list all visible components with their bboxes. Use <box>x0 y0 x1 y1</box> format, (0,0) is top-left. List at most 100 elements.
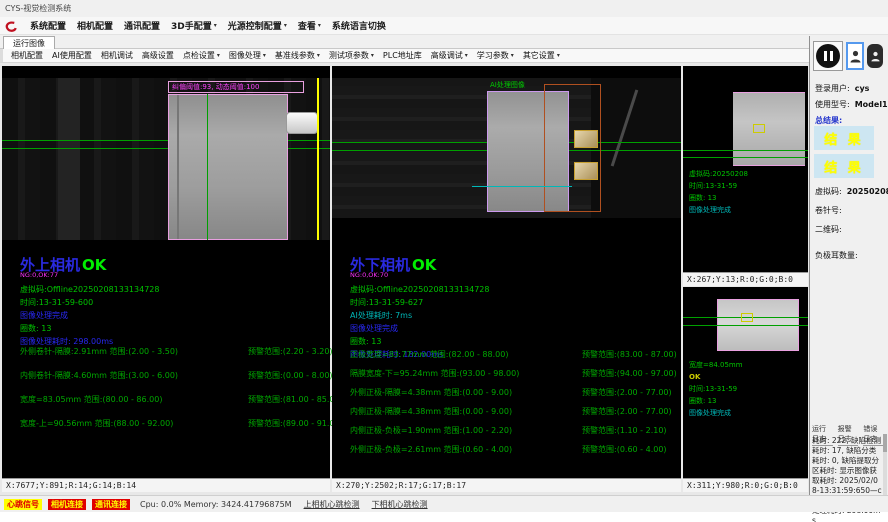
app-window: CYS-视觉检测系统 系统配置 相机配置 通讯配置 3D手配置▾ 光源控制配置▾… <box>0 0 888 522</box>
model-value: Model1 <box>855 100 888 109</box>
result-indicator-1: 结 果 <box>814 126 874 150</box>
comm-connection-badge: 通讯连接 <box>92 499 130 510</box>
camera-view-outer-lower: AI处理图像 外下相机OK NG:0,OK:70 虚拟码:Offline2025… <box>332 66 681 492</box>
log-scrollbar[interactable] <box>883 434 887 498</box>
toolbar-image-processing[interactable]: 图像处理▾ <box>229 50 266 61</box>
login-user-value: cys <box>855 84 870 93</box>
chevron-down-icon: ▾ <box>511 52 514 59</box>
time-line: 时间:13-31-59 <box>689 383 743 395</box>
chevron-down-icon: ▾ <box>371 52 374 59</box>
toolbar-spotcheck-settings[interactable]: 点检设置▾ <box>183 50 220 61</box>
time-line: 时间:13-31-59 <box>689 180 748 192</box>
ai-elapsed-line: AI处理耗时: 7ms <box>350 309 489 322</box>
measurement-rows: 外侧卷针-隔膜:2.91mm 范围:(2.00 - 3.50)预警范围:(2.2… <box>20 346 343 429</box>
measurement-row: 内侧正极-隔膜=4.38mm 范围:(0.00 - 9.00)预警范围:(2.0… <box>350 406 677 417</box>
pixel-coords-readout: X:267;Y:13;R:0;G:0;B:0 <box>683 272 808 286</box>
camera-result-title: 外下相机OK <box>350 258 489 272</box>
status-ok: OK <box>689 371 743 383</box>
user-icon <box>871 51 880 62</box>
menu-item-3d-config[interactable]: 3D手配置▾ <box>171 19 217 32</box>
pause-button[interactable] <box>813 41 843 71</box>
needle-number-field: 卷针号: <box>815 205 842 216</box>
menu-item-camera-config[interactable]: 相机配置 <box>77 19 113 32</box>
cpu-memory-readout: Cpu: 0.0% Memory: 3424.41796875M <box>140 500 292 509</box>
window-titlebar: CYS-视觉检测系统 <box>0 0 888 17</box>
menu-item-comm-config[interactable]: 通讯配置 <box>124 19 160 32</box>
toolbar-baseline-params[interactable]: 基准线参数▾ <box>275 50 320 61</box>
time-line: 时间:13-31-59-600 <box>20 296 159 309</box>
threshold-overlay-label: 纠偏阈值:93, 动态阈值:100 <box>168 81 304 93</box>
qr-code-field: 二维码: <box>815 224 842 235</box>
virtual-code-value: 20250208 <box>847 187 888 196</box>
status-ok: OK <box>412 256 436 274</box>
chevron-down-icon: ▾ <box>557 52 560 59</box>
toolbar-camera-config[interactable]: 相机配置 <box>11 50 43 61</box>
virtual-code-line: 虚拟码:20250208 <box>689 168 748 180</box>
toolbar-camera-debug[interactable]: 相机调试 <box>101 50 133 61</box>
total-result-label: 总结果: <box>815 115 842 126</box>
measurement-row: 外侧正极-隔膜=4.38mm 范围:(0.00 - 9.00)预警范围:(2.0… <box>350 387 677 398</box>
roller-object <box>286 112 318 134</box>
toolbar-other-settings[interactable]: 其它设置▾ <box>523 50 560 61</box>
toolbar: 相机配置 AI使用配置 相机调试 高级设置 点检设置▾ 图像处理▾ 基准线参数▾… <box>0 49 888 63</box>
user-icon <box>850 50 861 63</box>
menu-item-light-config[interactable]: 光源控制配置▾ <box>228 19 287 32</box>
right-sidebar: 登录用户:cys 使用型号:Model1 总结果: 结 果 结 果 虚拟码:20… <box>809 36 888 512</box>
toolbar-learning-params[interactable]: 学习参数▾ <box>477 50 514 61</box>
sidebar-buttons <box>813 41 888 71</box>
measurement-row: 内侧正极-负极=1.90mm 范围:(1.00 - 2.20)预警范围:(1.1… <box>350 425 677 436</box>
menu-item-system-config[interactable]: 系统配置 <box>30 19 66 32</box>
upper-camera-heartbeat-link[interactable]: 上相机心跳检测 <box>304 499 360 510</box>
ai-image-overlay-label: AI处理图像 <box>490 80 525 90</box>
chevron-down-icon: ▾ <box>214 22 217 29</box>
toolbar-test-params[interactable]: 测试项参数▾ <box>329 50 374 61</box>
result-indicator-2: 结 果 <box>814 154 874 178</box>
process-done-line: 图像处理完成 <box>689 204 748 216</box>
operator-button[interactable] <box>867 44 883 68</box>
measure-line <box>683 150 808 151</box>
menu-bar: 系统配置 相机配置 通讯配置 3D手配置▾ 光源控制配置▾ 查看▾ 系统语言切换 <box>0 17 888 35</box>
ai-detect-box <box>544 84 601 212</box>
tab-run-image[interactable]: 运行图像 <box>3 36 55 49</box>
measure-line <box>472 186 572 187</box>
menu-item-view[interactable]: 查看▾ <box>298 19 321 32</box>
status-bar: 心跳信号 相机连接 通讯连接 Cpu: 0.0% Memory: 3424.41… <box>0 495 888 512</box>
camera-image-outer-lower[interactable]: AI处理图像 <box>332 78 681 218</box>
model-field: 使用型号:Model1 <box>815 99 888 110</box>
image-texture <box>58 78 80 240</box>
pixel-coords-readout: X:270;Y:2502;R:17;G:17;B:17 <box>332 478 681 492</box>
measurement-row: 正极宽度=83.77mm 范围:(82.00 - 88.00)预警范围:(83.… <box>350 349 677 360</box>
heartbeat-status-badge: 心跳信号 <box>4 499 42 510</box>
toolbar-advanced-debug[interactable]: 高级调试▾ <box>431 50 468 61</box>
image-texture <box>591 78 681 218</box>
camera-connection-badge: 相机连接 <box>48 499 86 510</box>
camera-image-inner-upper[interactable] <box>733 92 805 166</box>
camera-view-outer-upper: 纠偏阈值:93, 动态阈值:100 外上相机OK NG:0,OK:77 虚拟码:… <box>2 66 330 492</box>
camera-view-inner-lower: 宽度=84.05mm OK 时间:13-31-59 圈数: 13 图像处理完成 … <box>683 287 808 492</box>
measurement-row: 宽度=83.05mm 范围:(80.00 - 86.00)预警范围:(81.00… <box>20 394 343 405</box>
turns-line: 圈数: 13 <box>20 322 159 335</box>
measure-line <box>683 325 808 326</box>
user-button[interactable] <box>846 42 864 70</box>
chevron-down-icon: ▾ <box>465 52 468 59</box>
chevron-down-icon: ▾ <box>284 22 287 29</box>
measurement-row: 外侧正极-负极=2.61mm 范围:(0.60 - 4.00)预警范围:(0.6… <box>350 444 677 455</box>
toolbar-advanced-settings[interactable]: 高级设置 <box>142 50 174 61</box>
tab-highlight-box <box>574 162 598 180</box>
toolbar-plc-address[interactable]: PLC地址库 <box>383 50 422 61</box>
measurement-row: 隔膜宽度-下=95.24mm 范围:(93.00 - 98.00)预警范围:(9… <box>350 368 677 379</box>
camera-image-outer-upper[interactable]: 纠偏阈值:93, 动态阈值:100 <box>2 78 330 240</box>
menu-item-language-switch[interactable]: 系统语言切换 <box>332 19 386 32</box>
tab-highlight-box <box>574 130 598 148</box>
tab-highlight-box <box>741 313 753 322</box>
toolbar-ai-config[interactable]: AI使用配置 <box>52 50 92 61</box>
lower-camera-heartbeat-link[interactable]: 下相机心跳检测 <box>372 499 428 510</box>
virtual-code-line: 虚拟码:Offline20250208133134728 <box>350 283 489 296</box>
process-done-line: 图像处理完成 <box>20 309 159 322</box>
result-block-outer-lower: 外下相机OK NG:0,OK:70 虚拟码:Offline20250208133… <box>350 258 489 361</box>
turns-line: 圈数: 13 <box>350 335 489 348</box>
chevron-down-icon: ▾ <box>263 52 266 59</box>
virtual-code-field: 虚拟码:20250208 <box>815 186 888 197</box>
turns-line: 圈数: 13 <box>689 395 743 407</box>
camera-result-title: 外上相机OK <box>20 258 159 272</box>
